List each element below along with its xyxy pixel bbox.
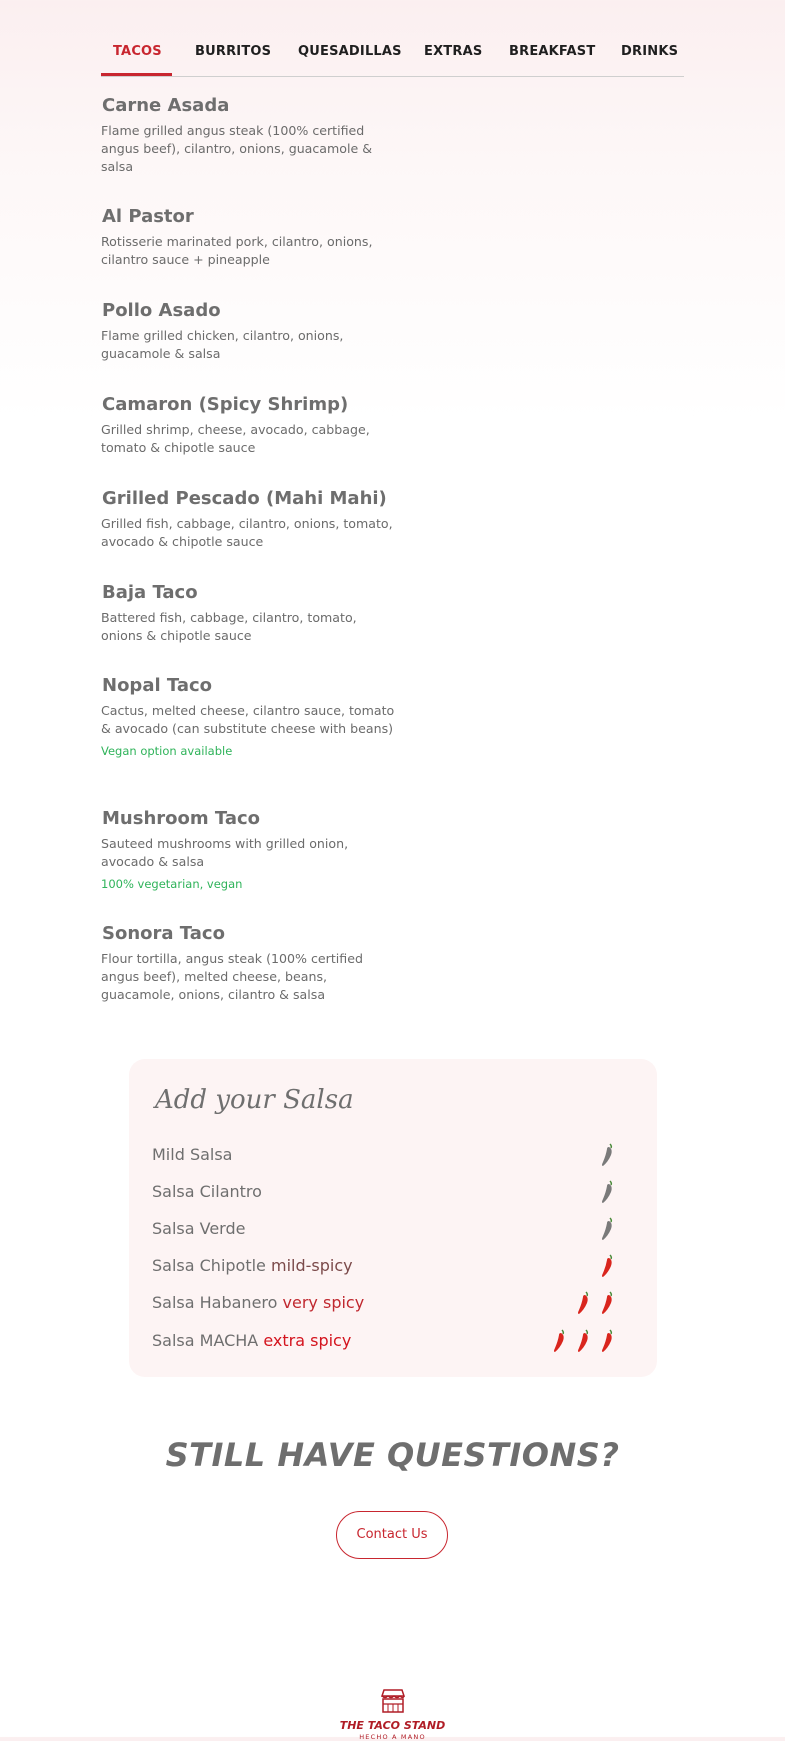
salsa-name: Salsa Habanero [152,1293,278,1312]
menu-item: Baja Taco Battered fish, cabbage, cilant… [101,582,401,645]
pepper-rating [548,1329,620,1355]
chili-pepper-icon [602,1143,613,1166]
salsa-row: Mild Salsa [152,1141,620,1171]
pepper-rating [596,1254,620,1280]
menu-item: Pollo Asado Flame grilled chicken, cilan… [101,300,401,363]
chili-pepper-icon [602,1254,613,1277]
menu-item: Nopal Taco Cactus, melted cheese, cilant… [101,675,401,758]
salsa-row: Salsa Chipotle mild-spicy [152,1252,620,1282]
menu-item-description: Grilled fish, cabbage, cilantro, onions,… [101,516,393,549]
salsa-heading: Add your Salsa [155,1085,354,1115]
menu-item-diet-note: Vegan option available [101,744,233,758]
menu-item-description: Flour tortilla, angus steak (100% certif… [101,951,363,1002]
salsa-row: Salsa Verde [152,1215,620,1245]
salsa-name-line: Salsa Cilantro [152,1182,262,1201]
pepper-rating [596,1180,620,1206]
menu-item: Sonora Taco Flour tortilla, angus steak … [101,923,401,1004]
menu-item-title: Camaron (Spicy Shrimp) [102,394,349,415]
menu-item-description: Sauteed mushrooms with grilled onion, av… [101,836,349,869]
pepper-rating [596,1143,620,1169]
menu-item-title: Sonora Taco [102,923,225,944]
menu-item: Carne Asada Flame grilled angus steak (1… [101,95,401,176]
menu-item-title: Pollo Asado [102,300,221,321]
chili-pepper-icon [602,1329,613,1352]
tab-extras[interactable]: EXTRAS [424,44,482,76]
menu-item-description: Cactus, melted cheese, cilantro sauce, t… [101,703,395,736]
contact-us-button[interactable]: Contact Us [336,1511,448,1559]
salsa-heat-label: mild-spicy [271,1256,353,1275]
salsa-row: Salsa Habanero very spicy [152,1289,620,1319]
logo-tagline: HECHO A MANO [359,1733,426,1741]
menu-item-title: Al Pastor [102,206,194,227]
chili-pepper-icon [578,1291,589,1314]
salsa-name: Salsa Cilantro [152,1182,262,1201]
menu-item: Grilled Pescado (Mahi Mahi) Grilled fish… [101,488,401,551]
salsa-name-line: Salsa Verde [152,1219,245,1238]
salsa-name-line: Salsa MACHA extra spicy [152,1331,351,1350]
salsa-card: Add your Salsa Mild Salsa Salsa Cilantro… [129,1059,657,1377]
chili-pepper-icon [602,1217,613,1240]
tab-burritos[interactable]: BURRITOS [195,44,271,76]
menu-category-tabs: TACOS BURRITOS QUESADILLAS EXTRAS BREAKF… [101,40,684,77]
salsa-name-line: Salsa Chipotle mild-spicy [152,1256,353,1275]
salsa-name: Salsa MACHA [152,1331,259,1350]
chili-pepper-icon [602,1291,613,1314]
menu-item-description: Flame grilled chicken, cilantro, onions,… [101,328,344,361]
menu-item: Al Pastor Rotisserie marinated pork, cil… [101,206,401,269]
logo-name: THE TACO STAND [339,1719,446,1732]
tab-quesadillas[interactable]: QUESADILLAS [298,44,402,76]
menu-item-title: Nopal Taco [102,675,213,696]
tab-drinks[interactable]: DRINKS [621,44,678,76]
questions-heading: STILL HAVE QUESTIONS? [165,1436,620,1474]
menu-item-title: Grilled Pescado (Mahi Mahi) [102,488,387,509]
salsa-name: Mild Salsa [152,1145,233,1164]
salsa-name-line: Mild Salsa [152,1145,232,1164]
pepper-rating [596,1217,620,1243]
salsa-row: Salsa Cilantro [152,1178,620,1208]
chili-pepper-icon [554,1329,565,1352]
menu-item-description: Flame grilled angus steak (100% certifie… [101,123,373,174]
chili-pepper-icon [602,1180,613,1203]
salsa-name: Salsa Verde [152,1219,246,1238]
menu-item-description: Battered fish, cabbage, cilantro, tomato… [101,610,357,643]
menu-item-title: Mushroom Taco [102,808,261,829]
chili-pepper-icon [578,1329,589,1352]
menu-item-title: Carne Asada [102,95,230,116]
tab-breakfast[interactable]: BREAKFAST [509,44,595,76]
salsa-heat-label: very spicy [282,1293,365,1312]
taco-stand-logo[interactable]: THE TACO STAND HECHO A MANO [330,1682,455,1741]
menu-item-description: Grilled shrimp, cheese, avocado, cabbage… [101,422,370,455]
tab-tacos[interactable]: TACOS [101,44,172,76]
salsa-name-line: Salsa Habanero very spicy [152,1293,364,1312]
menu-item-title: Baja Taco [102,582,198,603]
salsa-name: Salsa Chipotle [152,1256,266,1275]
menu-item: Camaron (Spicy Shrimp) Grilled shrimp, c… [101,394,401,457]
menu-item: Mushroom Taco Sauteed mushrooms with gri… [101,808,401,891]
salsa-row: Salsa MACHA extra spicy [152,1327,620,1357]
menu-item-description: Rotisserie marinated pork, cilantro, oni… [101,234,373,267]
menu-item-diet-note: 100% vegetarian, vegan [101,877,243,891]
pepper-rating [572,1291,620,1317]
salsa-heat-label: extra spicy [263,1331,352,1350]
taco-stand-icon [380,1689,406,1713]
